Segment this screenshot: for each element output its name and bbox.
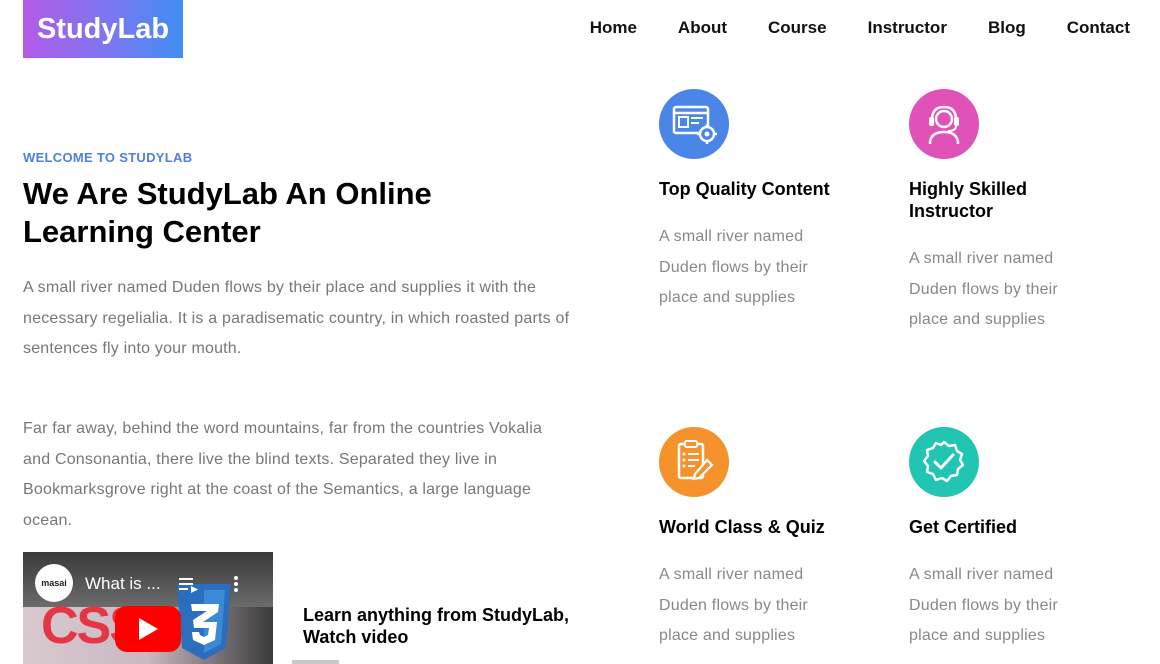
feature-title: Top Quality Content <box>659 179 830 199</box>
nav-course[interactable]: Course <box>768 18 827 38</box>
feature-icon-circle <box>659 89 729 159</box>
playlist-queue-icon[interactable] <box>179 576 199 594</box>
hero-paragraph-2: Far far away, behind the word mountains,… <box>23 420 543 529</box>
channel-avatar[interactable]: masai <box>35 564 73 602</box>
main-nav: Home About Course Instructor Blog Contac… <box>549 18 1130 38</box>
horizontal-scrollbar-thumb[interactable] <box>292 660 339 664</box>
headset-instructor-icon <box>928 105 960 145</box>
feature-title: Highly Skilled Instructor <box>909 179 1028 221</box>
nav-instructor[interactable]: Instructor <box>868 18 947 38</box>
feature-title: Get Certified <box>909 517 1018 537</box>
feature-text: A small river named Duden flows by their… <box>659 228 808 306</box>
feature-highly-skilled-instructor: Highly Skilled Instructor A small river … <box>909 89 1109 336</box>
video-player[interactable]: CSS masai What is ... <box>23 552 273 664</box>
certified-badge-icon <box>922 440 965 483</box>
feature-icon-circle <box>909 427 979 497</box>
nav-home[interactable]: Home <box>590 18 637 38</box>
play-button[interactable] <box>115 606 181 652</box>
css3-shield-icon <box>177 584 231 660</box>
hero-headline: We Are StudyLab An Online Learning Cente… <box>23 176 432 249</box>
feature-title: World Class & Quiz <box>659 517 825 537</box>
feature-text: A small river named Duden flows by their… <box>659 566 808 644</box>
hero-paragraph-1: A small river named Duden flows by their… <box>23 279 570 357</box>
feature-world-class-quiz: World Class & Quiz A small river named D… <box>659 427 859 652</box>
content-settings-icon <box>672 105 717 144</box>
play-icon <box>139 618 158 640</box>
brand-name: StudyLab <box>36 12 170 45</box>
nav-about[interactable]: About <box>678 18 727 38</box>
brand-logo[interactable]: StudyLab <box>23 0 183 58</box>
feature-icon-circle <box>659 427 729 497</box>
nav-blog[interactable]: Blog <box>988 18 1026 38</box>
feature-get-certified: Get Certified A small river named Duden … <box>909 427 1109 652</box>
hero-eyebrow: WELCOME TO STUDYLAB <box>23 150 193 165</box>
feature-top-quality-content: Top Quality Content A small river named … <box>659 89 859 314</box>
quiz-document-icon <box>677 440 714 481</box>
nav-contact[interactable]: Contact <box>1067 18 1130 38</box>
video-caption: Learn anything from StudyLab, Watch vide… <box>303 605 570 647</box>
feature-text: A small river named Duden flows by their… <box>909 566 1058 644</box>
video-title[interactable]: What is ... <box>85 574 161 594</box>
feature-icon-circle <box>909 89 979 159</box>
more-options-icon[interactable] <box>233 575 239 593</box>
feature-text: A small river named Duden flows by their… <box>909 250 1058 328</box>
